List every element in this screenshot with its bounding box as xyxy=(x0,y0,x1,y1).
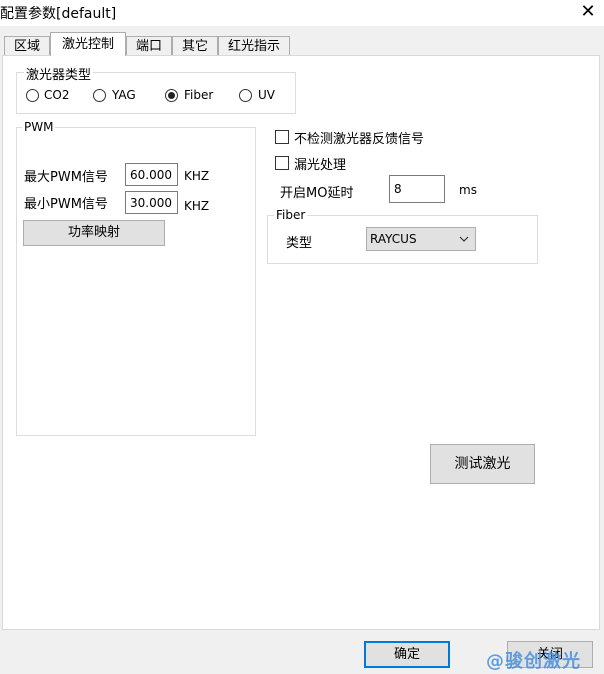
min-pwm-unit: KHZ xyxy=(184,199,210,213)
no-feedback-checkbox[interactable] xyxy=(275,130,289,144)
mo-delay-unit: ms xyxy=(459,183,477,197)
max-pwm-label: 最大PWM信号 xyxy=(24,170,108,185)
radio-fiber[interactable] xyxy=(165,89,178,102)
mo-delay-input[interactable] xyxy=(389,175,445,203)
radio-uv-label: UV xyxy=(258,88,275,102)
fiber-type-value: RAYCUS xyxy=(370,232,417,246)
test-laser-button[interactable]: 测试激光 xyxy=(430,444,535,484)
tab-port[interactable]: 端口 xyxy=(126,36,172,55)
tab-other[interactable]: 其它 xyxy=(172,36,218,55)
watermark: @骏创激光 xyxy=(486,651,581,672)
laser-type-label: 激光器类型 xyxy=(24,64,94,83)
fiber-type-label: 类型 xyxy=(286,236,313,251)
no-feedback-label: 不检测激光器反馈信号 xyxy=(294,132,425,147)
ok-button[interactable]: 确定 xyxy=(364,641,450,668)
fiber-group-label: Fiber xyxy=(274,208,308,222)
leak-light-checkbox[interactable] xyxy=(275,156,289,170)
mo-delay-label: 开启MO延时 xyxy=(280,186,354,201)
chevron-down-icon xyxy=(459,236,469,242)
radio-co2[interactable] xyxy=(26,89,39,102)
radio-yag[interactable] xyxy=(93,89,106,102)
tab-area[interactable]: 区域 xyxy=(4,36,50,55)
max-pwm-input[interactable] xyxy=(125,163,178,186)
radio-uv[interactable] xyxy=(239,89,252,102)
radio-fiber-label: Fiber xyxy=(184,88,214,102)
power-map-button[interactable]: 功率映射 xyxy=(23,220,165,246)
max-pwm-unit: KHZ xyxy=(184,169,210,183)
min-pwm-input[interactable] xyxy=(125,191,178,214)
leak-light-label: 漏光处理 xyxy=(294,158,347,173)
window-title: 配置参数[default] xyxy=(0,6,117,22)
tab-red-light[interactable]: 红光指示 xyxy=(218,36,290,55)
radio-co2-label: CO2 xyxy=(44,88,70,102)
fiber-type-select[interactable]: RAYCUS xyxy=(366,227,476,251)
pwm-group-label: PWM xyxy=(22,120,56,134)
radio-yag-label: YAG xyxy=(112,88,136,102)
min-pwm-label: 最小PWM信号 xyxy=(24,197,108,212)
close-icon[interactable]: ✕ xyxy=(578,0,598,24)
tab-laser-control[interactable]: 激光控制 xyxy=(50,32,126,56)
